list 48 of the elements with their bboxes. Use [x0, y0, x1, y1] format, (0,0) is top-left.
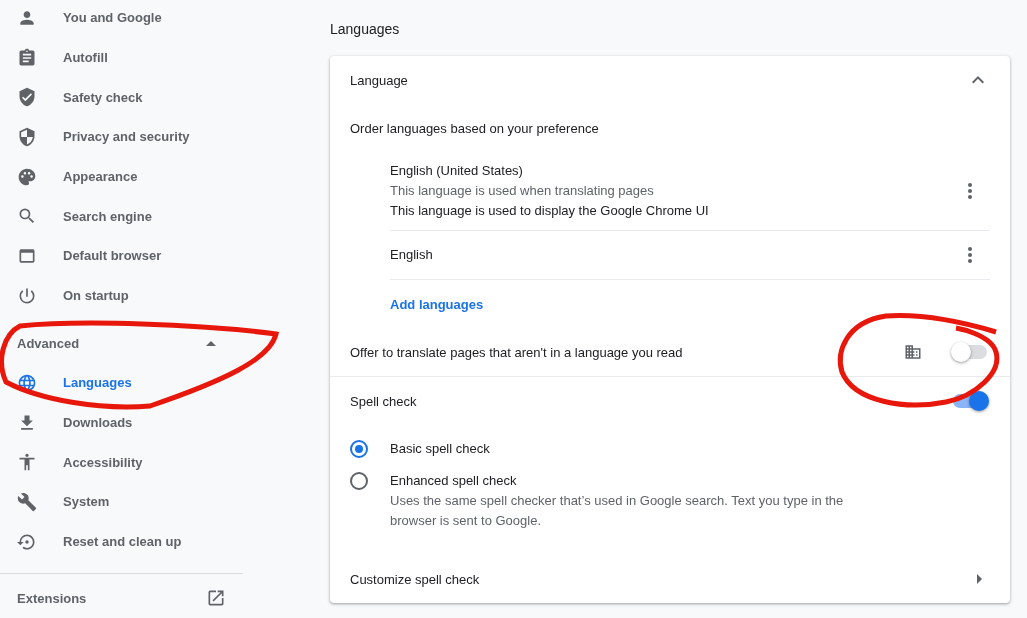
wrench-icon: [17, 491, 37, 512]
vertical-dots-icon: [968, 247, 972, 263]
toggle-switch[interactable]: [953, 345, 987, 359]
sidebar-item[interactable]: Default browser: [0, 236, 243, 276]
sidebar-item[interactable]: On startup: [0, 275, 243, 316]
shield-check-icon: [17, 87, 37, 108]
sidebar-item[interactable]: Autofill: [0, 37, 243, 78]
advanced-label: Advanced: [17, 335, 80, 351]
language-note: This language is used to display the Google Chrome UI: [390, 202, 709, 220]
sidebar-item[interactable]: System: [0, 482, 243, 522]
sidebar-item[interactable]: Privacy and security: [0, 117, 243, 157]
language-name: English (United States): [390, 162, 524, 180]
accessibility-icon: [17, 452, 37, 473]
sidebar-item[interactable]: Languages: [0, 363, 243, 403]
option-label: Enhanced spell check: [390, 472, 518, 490]
option-description: Uses the same spell checker that’s used in Google search. Text you type in the browser is sent to Google.: [390, 492, 845, 530]
sidebar-item[interactable]: Accessibility: [0, 442, 243, 483]
language-note: This language is used when translating pages: [390, 182, 655, 200]
sidebar-item[interactable]: Search engine: [0, 196, 243, 237]
shield-icon: [17, 126, 37, 147]
toggle-switch[interactable]: [953, 394, 987, 408]
order-languages-label: Order languages based on your preference: [350, 120, 599, 136]
sidebar-item[interactable]: Appearance: [0, 156, 243, 197]
sidebar-item[interactable]: Safety check: [0, 77, 243, 117]
radio-button[interactable]: [350, 440, 368, 458]
add-languages-link[interactable]: Add languages: [390, 296, 484, 312]
translate-label: Offer to translate pages that aren't in a language you read: [350, 344, 683, 360]
advanced-section-toggle[interactable]: Advanced: [0, 323, 243, 364]
external-link-icon: [206, 588, 226, 609]
clipboard-icon: [17, 47, 37, 68]
sidebar-item[interactable]: Reset and clean up: [0, 521, 243, 562]
sidebar-item[interactable]: You and Google: [0, 0, 243, 38]
page-title: Languages: [330, 20, 401, 39]
option-label: Basic spell check: [390, 440, 491, 458]
customize-spell-check-row[interactable]: Customize spell check: [330, 555, 1010, 603]
extensions-link[interactable]: Extensions: [17, 590, 87, 606]
vertical-dots-icon: [968, 183, 972, 199]
caret-icon: [977, 574, 982, 584]
spell-check-label: Spell check: [350, 393, 417, 409]
palette-icon: [17, 166, 37, 187]
language-name: English: [390, 246, 433, 264]
building-icon: [903, 342, 923, 362]
radio-button[interactable]: [350, 472, 368, 490]
globe-icon: [17, 372, 37, 393]
sidebar-item[interactable]: Downloads: [0, 402, 243, 443]
section-title: Language: [350, 72, 408, 88]
chevron-up-icon: [972, 76, 984, 84]
caret-icon: [206, 340, 216, 346]
